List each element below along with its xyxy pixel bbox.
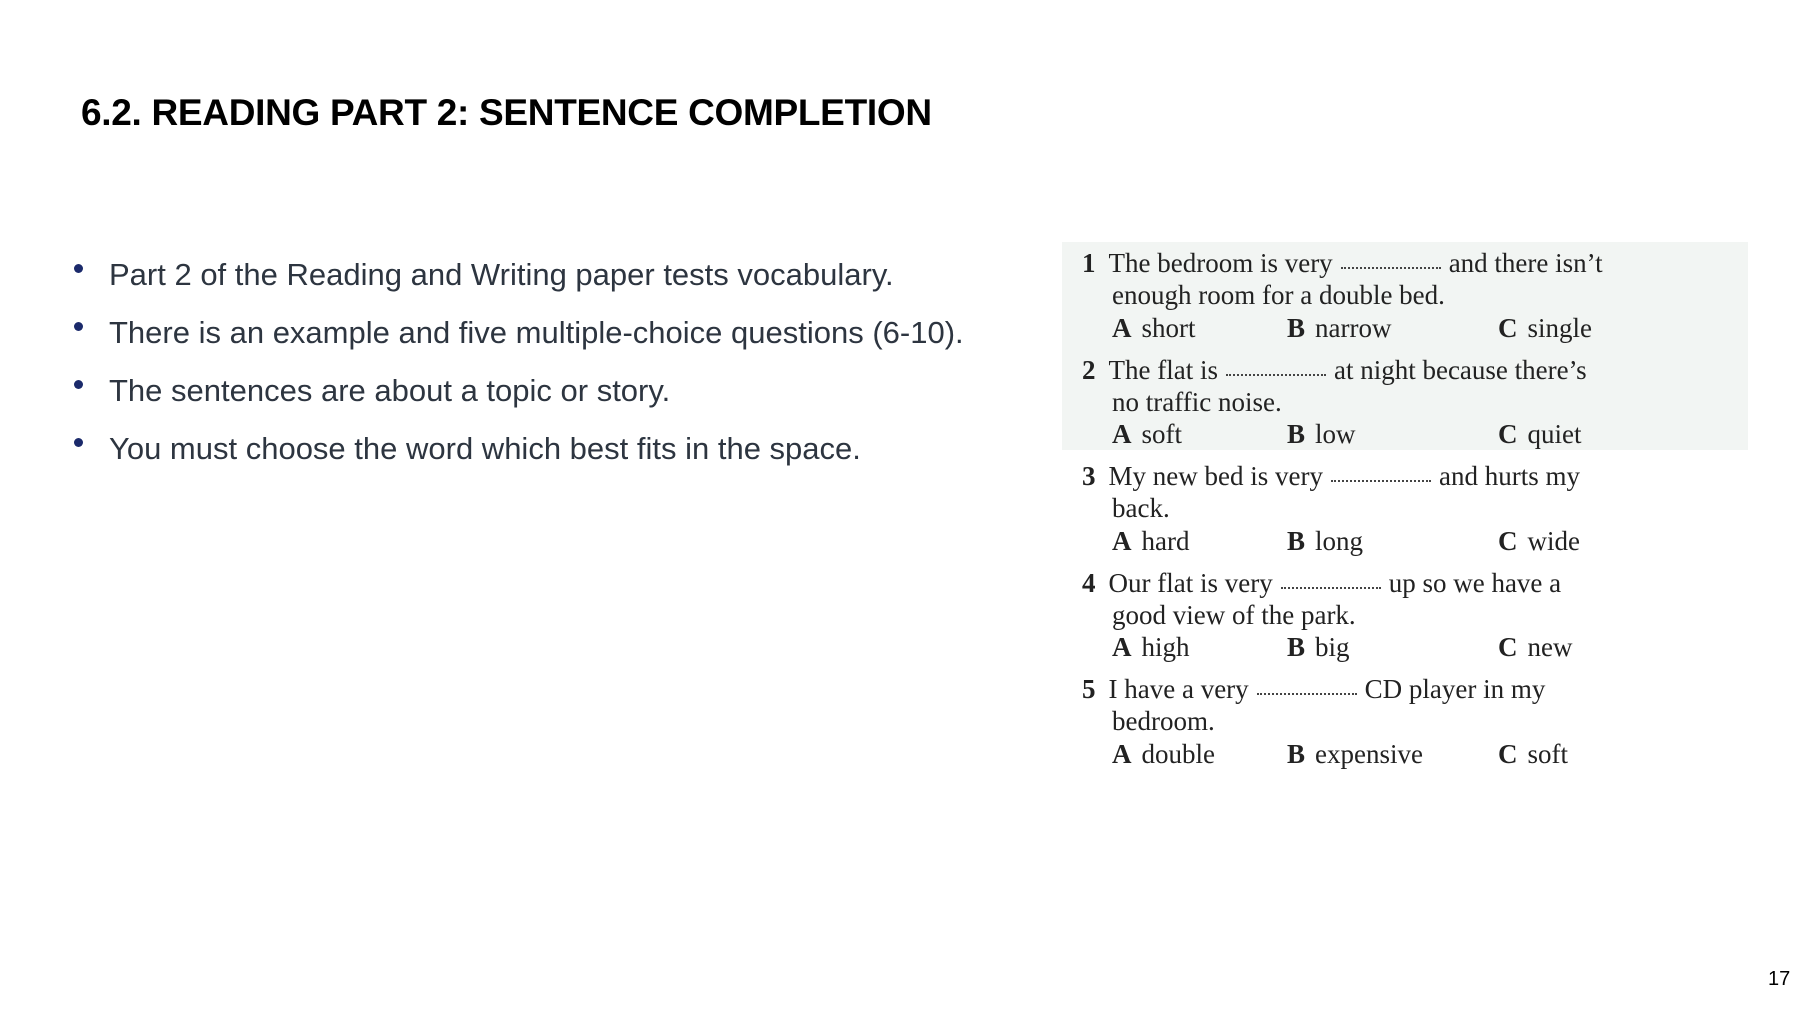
answer-blank [1340, 267, 1441, 269]
question-text-before: The bedroom is very [1108, 248, 1333, 278]
bullet-text: Part 2 of the Reading and Writing paper … [109, 257, 894, 292]
answer-option: Ahigh [1112, 631, 1190, 663]
option-text: long [1315, 525, 1364, 556]
question-line-2: bedroom. [1112, 706, 1215, 737]
option-letter: A [1112, 525, 1132, 556]
option-letter: A [1112, 312, 1132, 343]
answer-blank [1330, 480, 1431, 482]
answer-option: Ahard [1112, 525, 1189, 557]
option-text: soft [1141, 419, 1183, 450]
answer-option: Bnarrow [1287, 312, 1391, 344]
answer-blank [1225, 373, 1326, 376]
answer-option: Cquiet [1498, 418, 1582, 450]
question-line: 3 My new bed is very and hurts my [1082, 460, 1580, 492]
bullet-icon [74, 264, 83, 274]
question-number: 1 [1082, 248, 1096, 278]
option-text: short [1141, 312, 1196, 343]
question-number: 5 [1082, 674, 1096, 704]
question-text-after: up so we have a [1388, 567, 1562, 598]
question-text-after: and there isn’t [1448, 248, 1603, 278]
option-letter: B [1287, 632, 1306, 663]
question-line-2: enough room for a double bed. [1112, 280, 1445, 311]
question-text-after: and hurts my [1438, 461, 1580, 491]
question-number: 2 [1082, 354, 1096, 385]
question-text-before: I have a very [1108, 674, 1249, 704]
answer-option: Csingle [1498, 312, 1592, 344]
bullet-item: The sentences are about a topic or story… [74, 373, 670, 409]
answer-blank [1280, 586, 1381, 589]
option-letter: A [1112, 738, 1132, 769]
option-letter: B [1287, 525, 1306, 556]
question-text-after: at night because there’s [1333, 354, 1587, 385]
bullet-item: Part 2 of the Reading and Writing paper … [74, 257, 894, 293]
option-text: expensive [1315, 738, 1423, 769]
answer-option: Blong [1287, 525, 1363, 557]
answer-option: Cnew [1498, 631, 1572, 663]
option-letter: B [1287, 738, 1306, 769]
option-text: soft [1527, 738, 1569, 769]
answer-option: Blow [1287, 418, 1356, 450]
answer-option: Bbig [1287, 631, 1350, 663]
option-letter: B [1287, 312, 1306, 343]
question-text-before: Our flat is very [1108, 567, 1273, 598]
bullet-text: There is an example and five multiple-ch… [109, 315, 964, 350]
answer-option: Asoft [1112, 418, 1182, 450]
option-text: double [1141, 738, 1216, 769]
answer-option: Csoft [1498, 738, 1568, 770]
bullet-item: There is an example and five multiple-ch… [74, 315, 964, 351]
answer-option: Cwide [1498, 525, 1580, 557]
page-number: 17 [1768, 968, 1791, 990]
question-number: 3 [1082, 461, 1096, 491]
answer-blank [1256, 693, 1357, 695]
bullet-item: You must choose the word which best fits… [74, 431, 861, 467]
answer-option: Ashort [1112, 312, 1196, 344]
option-text: big [1315, 632, 1350, 663]
answer-option: Bexpensive [1287, 738, 1423, 770]
option-letter: B [1287, 419, 1306, 450]
option-letter: C [1498, 419, 1518, 450]
question-line: 2 The flat is at night because there’s [1082, 354, 1587, 386]
bullet-text: You must choose the word which best fits… [109, 431, 861, 466]
question-line-2: no traffic noise. [1112, 386, 1282, 417]
question-text-before: My new bed is very [1108, 461, 1323, 491]
question-text-after: CD player in my [1364, 674, 1546, 704]
option-text: single [1527, 312, 1593, 343]
bullet-icon [74, 380, 83, 390]
slide-title: 6.2. READING PART 2: SENTENCE COMPLETION [81, 92, 932, 133]
option-text: wide [1527, 525, 1580, 556]
answer-option: Adouble [1112, 738, 1215, 770]
option-letter: C [1498, 312, 1518, 343]
option-letter: A [1112, 419, 1132, 450]
question-line-2: good view of the park. [1112, 599, 1356, 630]
question-line: 1 The bedroom is very and there isn’t [1082, 247, 1603, 279]
bullet-icon [74, 438, 83, 448]
bullet-icon [74, 322, 83, 332]
option-text: narrow [1315, 312, 1392, 343]
option-text: hard [1141, 525, 1190, 556]
question-line: 4 Our flat is very up so we have a [1082, 567, 1561, 599]
option-letter: A [1112, 632, 1132, 663]
bullet-text: The sentences are about a topic or story… [109, 373, 671, 408]
option-text: new [1527, 632, 1573, 663]
option-text: low [1315, 419, 1356, 450]
option-text: quiet [1527, 419, 1582, 450]
question-line: 5 I have a very CD player in my [1082, 673, 1545, 705]
question-number: 4 [1082, 567, 1096, 598]
option-letter: C [1498, 632, 1518, 663]
question-text-before: The flat is [1108, 354, 1218, 385]
option-text: high [1141, 632, 1190, 663]
option-letter: C [1498, 525, 1518, 556]
option-letter: C [1498, 738, 1518, 769]
question-line-2: back. [1112, 493, 1170, 524]
